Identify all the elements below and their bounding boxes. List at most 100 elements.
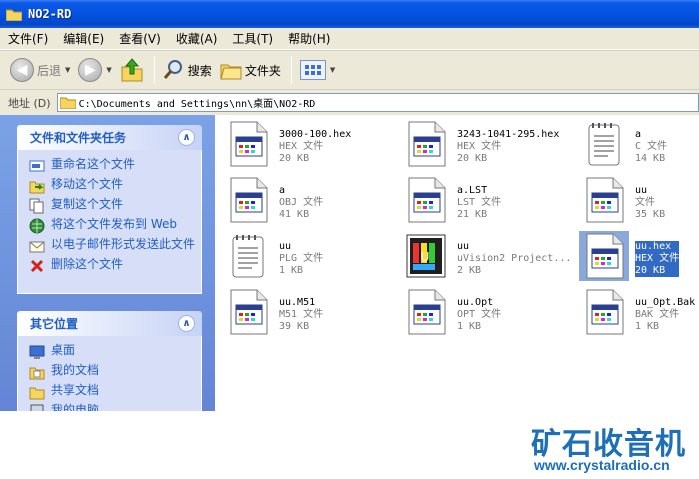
search-button[interactable]: 搜索 [163,54,212,86]
file-name: uu [635,185,648,196]
file-name: 3000-100.hex [279,129,352,140]
forward-dropdown-icon[interactable]: ▼ [106,66,111,74]
menu-help[interactable]: 帮助(H) [288,30,330,47]
task-move[interactable]: 移动这个文件 [29,178,195,194]
file-type: PLG 文件 [279,253,324,264]
file-name: a.LST [457,185,488,196]
file-size: 20 KB [457,153,488,164]
file-item[interactable]: uu.hex HEX 文件 20 KB [579,231,699,283]
watermark: 矿石收音机 www.crystalradio.cn [0,411,699,479]
desktop-icon [29,344,45,360]
file-item[interactable]: 3000-100.hex HEX 文件 20 KB [223,119,383,171]
views-dropdown-icon[interactable]: ▼ [330,66,335,74]
file-info: uu 文件 35 KB [635,185,665,221]
app-doc-icon [223,175,273,225]
app-doc-icon [401,119,451,169]
file-info: a.LST LST 文件 21 KB [457,185,501,221]
file-info: uu.hex HEX 文件 20 KB [635,241,680,277]
file-list[interactable]: 3000-100.hex HEX 文件 20 KB 3243-1041-295.hex… [215,115,699,411]
file-info: 3243-1041-295.hex HEX 文件 20 KB [457,129,559,165]
file-size: 2 KB [457,265,482,276]
back-button[interactable]: ◀ 后退 ▼ [10,54,70,86]
file-size: 20 KB [635,265,666,276]
task-label: 重命名这个文件 [51,157,136,171]
file-type: uVision2 Project... [457,253,572,264]
copy-icon [29,198,45,214]
file-name: uu.M51 [279,297,316,308]
menu-tools[interactable]: 工具(T) [232,30,273,47]
move-icon [29,178,45,194]
place-desktop[interactable]: 桌面 [29,344,195,360]
task-label: 删除这个文件 [51,257,124,271]
address-input[interactable]: C:\Documents and Settings\nn\桌面\NO2-RD [56,93,699,112]
app-doc-icon [401,287,451,337]
task-copy[interactable]: 复制这个文件 [29,198,195,214]
file-size: 1 KB [635,321,660,332]
folder-icon [59,97,76,109]
file-size: 35 KB [635,209,666,220]
menu-edit[interactable]: 编辑(E) [63,30,104,47]
documents-folder-icon [29,364,45,380]
file-item[interactable]: 3243-1041-295.hex HEX 文件 20 KB [401,119,561,171]
file-item[interactable]: uu.Opt OPT 文件 1 KB [401,287,561,339]
toolbar-separator [290,56,292,84]
uvision-icon: U [401,231,451,281]
file-info: a OBJ 文件 41 KB [279,185,323,221]
notepad-icon [579,119,629,169]
task-rename[interactable]: 重命名这个文件 [29,158,195,174]
file-name: a [635,129,642,140]
svg-text:U: U [421,250,430,264]
file-type: OPT 文件 [457,309,502,320]
file-item[interactable]: aC 文件 14 KB [579,119,699,171]
globe-icon [29,218,45,234]
file-item[interactable]: uu 文件 35 KB [579,175,699,227]
title-bar[interactable]: NO2-RD [0,0,699,28]
task-label: 将这个文件发布到 Web [51,217,177,231]
task-delete[interactable]: 删除这个文件 [29,258,195,274]
menu-view[interactable]: 查看(V) [119,30,161,47]
file-item[interactable]: Uuu uVision2 Project... 2 KB [401,231,571,283]
menu-file[interactable]: 文件(F) [8,30,48,47]
task-email[interactable]: 以电子邮件形式发送此文件 [29,238,195,254]
back-label: 后退 [37,63,62,78]
file-item[interactable]: a.LST LST 文件 21 KB [401,175,561,227]
file-info: uu uVision2 Project... 2 KB [457,241,571,277]
file-name: uu.hex [635,241,672,252]
folder-up-icon [121,58,143,82]
up-button[interactable] [120,54,144,86]
file-item[interactable]: uu_Opt.Bak BAK 文件 1 KB [579,287,699,339]
file-info: uu_Opt.Bak BAK 文件 1 KB [635,297,695,333]
collapse-chevron-icon[interactable]: ∧ [178,129,195,146]
file-info: uu.Opt OPT 文件 1 KB [457,297,501,333]
file-item[interactable]: uu PLG 文件 1 KB [223,231,383,283]
file-info: aC 文件 14 KB [635,129,667,165]
app-doc-icon [223,119,273,169]
file-size: 14 KB [635,153,666,164]
forward-button[interactable]: ▶ ▼ [78,54,112,86]
other-places-panel: 其它位置 ∧ 桌面 我的文档 共享文档 我的电脑 [17,311,202,416]
folders-label: 文件夹 [244,63,281,78]
place-label: 桌面 [51,343,76,357]
other-places-header[interactable]: 其它位置 ∧ [17,311,202,336]
file-size: 20 KB [279,153,310,164]
forward-arrow-icon: ▶ [78,58,103,82]
task-publish-web[interactable]: 将这个文件发布到 Web [29,218,195,234]
back-dropdown-icon[interactable]: ▼ [65,66,70,74]
views-button[interactable]: ▼ [299,54,335,86]
address-bar: 地址 (D) C:\Documents and Settings\nn\桌面\N… [0,90,699,115]
toolbar: ◀ 后退 ▼ ▶ ▼ 搜索 文件夹 ▼ [0,50,699,90]
file-type: M51 文件 [279,309,324,320]
file-size: 21 KB [457,209,488,220]
search-label: 搜索 [187,63,212,78]
place-shared-documents[interactable]: 共享文档 [29,384,195,400]
folders-button[interactable]: 文件夹 [220,54,281,86]
file-item[interactable]: a OBJ 文件 41 KB [223,175,383,227]
file-size: 1 KB [279,265,304,276]
file-item[interactable]: uu.M51 M51 文件 39 KB [223,287,383,339]
file-tasks-header[interactable]: 文件和文件夹任务 ∧ [17,125,202,150]
collapse-chevron-icon[interactable]: ∧ [178,315,195,332]
file-tasks-title: 文件和文件夹任务 [30,131,127,145]
app-doc-icon [401,175,451,225]
menu-favorites[interactable]: 收藏(A) [176,30,218,47]
place-my-documents[interactable]: 我的文档 [29,364,195,380]
